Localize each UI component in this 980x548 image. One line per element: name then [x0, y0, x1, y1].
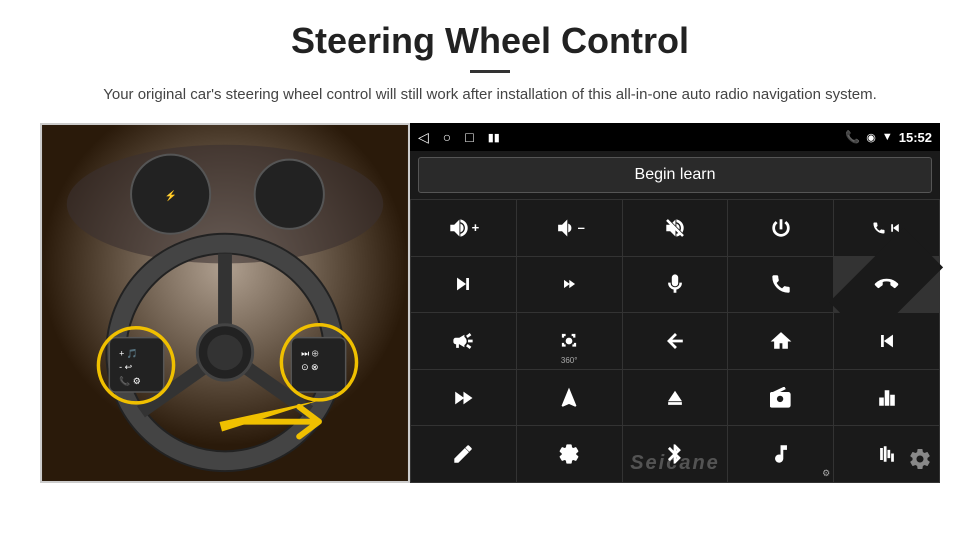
steering-wheel-image: ⚡ + 🎵 - ↩ 📞 ⚙ ⏭ ⊕ ⊙ ⊗	[40, 123, 410, 483]
content-area: ⚡ + 🎵 - ↩ 📞 ⚙ ⏭ ⊕ ⊙ ⊗	[40, 123, 940, 483]
skip-prev-button[interactable]	[834, 313, 939, 369]
status-right: 📞 ◉ ▼ 15:52	[845, 130, 932, 145]
page-container: Steering Wheel Control Your original car…	[0, 0, 980, 493]
equalizer-button[interactable]	[834, 370, 939, 426]
settings-button[interactable]	[517, 426, 622, 482]
microphone-button[interactable]	[623, 257, 728, 313]
vol-down-button[interactable]: –	[517, 200, 622, 256]
recents-icon[interactable]: □	[465, 129, 473, 145]
android-ui: ◁ ○ □ ▮▮ 📞 ◉ ▼ 15:52 Begin learn	[410, 123, 940, 483]
skip-next-button[interactable]	[411, 257, 516, 313]
status-left-icons: ◁ ○ □ ▮▮	[418, 129, 500, 146]
svg-text:⏭ ⊕: ⏭ ⊕	[301, 348, 318, 358]
page-subtitle: Your original car's steering wheel contr…	[90, 83, 890, 107]
steering-wheel-svg: ⚡ + 🎵 - ↩ 📞 ⚙ ⏭ ⊕ ⊙ ⊗	[42, 125, 408, 481]
vol-up-button[interactable]: +	[411, 200, 516, 256]
status-bar: ◁ ○ □ ▮▮ 📞 ◉ ▼ 15:52	[410, 123, 940, 151]
clock: 15:52	[899, 130, 932, 145]
horn-button[interactable]	[411, 313, 516, 369]
fast-forward-button[interactable]	[411, 370, 516, 426]
page-title: Steering Wheel Control	[40, 20, 940, 62]
home-button[interactable]	[728, 313, 833, 369]
eject-button[interactable]	[623, 370, 728, 426]
control-grid: + –	[410, 199, 940, 483]
edit-button[interactable]	[411, 426, 516, 482]
back-button[interactable]	[623, 313, 728, 369]
power-button[interactable]	[728, 200, 833, 256]
vol-mute-button[interactable]	[623, 200, 728, 256]
radio-button[interactable]	[728, 370, 833, 426]
settings-gear-icon[interactable]	[908, 447, 932, 477]
battery-icon: ▮▮	[488, 131, 500, 144]
camera-360-button[interactable]: 360°	[517, 313, 622, 369]
back-icon[interactable]: ◁	[418, 129, 429, 146]
begin-learn-button[interactable]: Begin learn	[418, 157, 932, 193]
seek-forward-button[interactable]	[517, 257, 622, 313]
svg-text:📞 ⚙: 📞 ⚙	[119, 375, 141, 386]
phone-status-icon: 📞	[845, 130, 860, 144]
svg-text:- ↩: - ↩	[119, 362, 132, 372]
wifi-icon: ▼	[882, 131, 893, 143]
svg-text:⚡: ⚡	[164, 190, 176, 202]
home-icon[interactable]: ○	[443, 129, 451, 145]
title-section: Steering Wheel Control Your original car…	[40, 20, 940, 107]
location-icon: ◉	[866, 131, 876, 144]
phone-answer-button[interactable]	[728, 257, 833, 313]
bluetooth-button[interactable]	[623, 426, 728, 482]
title-divider	[470, 70, 510, 73]
begin-learn-row: Begin learn	[410, 151, 940, 199]
music-button[interactable]: ⚙	[728, 426, 833, 482]
navigation-button[interactable]	[517, 370, 622, 426]
svg-text:⊙ ⊗: ⊙ ⊗	[301, 362, 318, 372]
svg-text:+ 🎵: + 🎵	[119, 348, 138, 358]
